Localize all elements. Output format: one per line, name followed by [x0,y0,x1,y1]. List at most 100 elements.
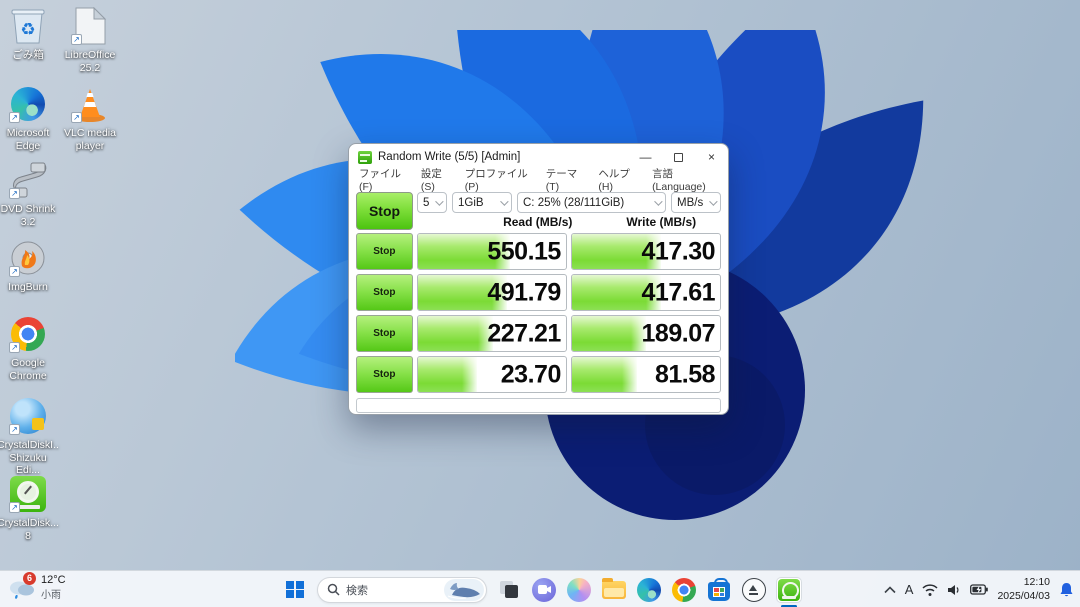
eject-button[interactable] [741,577,767,603]
file-explorer-icon [602,581,626,599]
shortcut-arrow-icon: ↗ [9,266,20,277]
desktop-icon-google-chrome[interactable]: ↗ Google Chrome [0,314,60,382]
unit-select[interactable]: MB/s [671,192,721,213]
weather-condition: 小雨 [41,586,66,601]
chrome-button[interactable] [671,577,697,603]
desktop-icon-label: DVD Shrink 3.2 [0,203,60,228]
test-count-select[interactable]: 5 [417,192,447,213]
menu-settings[interactable]: 設定(S) [421,166,452,193]
maximize-icon [674,153,683,162]
read-column-header: Read (MB/s) [478,215,598,229]
benchmark-row: Stop 550.15 417.30 [356,233,721,270]
shortcut-arrow-icon: ↗ [9,502,20,513]
desktop-icon-recycle-bin[interactable]: ♻ ごみ箱 [0,6,60,62]
window-title: Random Write (5/5) [Admin] [378,151,629,163]
desktop-icon-label: ごみ箱 [0,49,60,62]
read-value: 550.15 [487,237,560,266]
copilot-button[interactable] [566,577,592,603]
store-icon [708,582,730,601]
taskbar: 6 12°C 小雨 検索 A 12:10 [0,570,1080,607]
read-result-cell: 227.21 [417,315,567,352]
chevron-down-icon [709,197,717,205]
shortcut-arrow-icon: ↗ [71,34,82,45]
write-value: 417.61 [642,278,715,307]
desktop-icon-crystaldiskmark[interactable]: ↗ CrystalDisk... 8 [0,474,60,542]
read-value: 23.70 [501,360,561,389]
chevron-down-icon [500,197,508,205]
desktop-icon-label: CrystalDisk... 8 [0,517,60,542]
menu-language[interactable]: 言語(Language) [652,166,718,193]
file-explorer-button[interactable] [601,577,627,603]
edge-button[interactable] [636,577,662,603]
volume-icon[interactable] [947,584,961,596]
windows-logo-icon [286,581,304,599]
write-value: 417.30 [642,237,715,266]
read-bar [418,316,494,351]
stop-row-button[interactable]: Stop [356,315,413,352]
crystaldiskmark-window: Random Write (5/5) [Admin] — × ファイル(F) 設… [348,143,729,415]
search-box[interactable]: 検索 [317,577,487,603]
write-bar [572,357,637,392]
search-daily-image [444,579,484,601]
chevron-down-icon [435,197,443,205]
status-bar [356,398,721,413]
battery-icon[interactable] [970,584,988,595]
desktop-icon-vlc[interactable]: ↗ VLC media player [58,84,122,152]
column-headers: Read (MB/s) Write (MB/s) [478,213,721,229]
chrome-icon [672,578,696,602]
crystaldiskmark-icon [778,579,800,601]
menubar: ファイル(F) 設定(S) プロファイル(P) テーマ(T) ヘルプ(H) 言語… [349,170,728,188]
menu-theme[interactable]: テーマ(T) [546,166,586,193]
stop-row-button[interactable]: Stop [356,356,413,393]
svg-text:♻: ♻ [20,20,35,39]
clock[interactable]: 12:10 2025/04/03 [997,576,1050,602]
desktop-icon-label: Microsoft Edge [0,127,60,152]
read-result-cell: 491.79 [417,274,567,311]
crystaldiskmark-taskbar-button[interactable] [776,577,802,603]
desktop-icon-imgburn[interactable]: ↗ ImgBurn [0,238,60,294]
write-result-cell: 417.61 [571,274,721,311]
chat-button[interactable] [531,577,557,603]
benchmark-row: Stop 23.70 81.58 [356,356,721,393]
recycle-bin-icon: ♻ [11,7,45,45]
chevron-down-icon [654,197,662,205]
crystaldiskmark-app-icon [358,151,372,164]
target-drive-select[interactable]: C: 25% (28/111GiB) [517,192,666,213]
search-placeholder: 検索 [346,582,444,598]
desktop-icon-label: VLC media player [58,127,122,152]
weather-temp: 12°C [41,574,66,586]
menu-profile[interactable]: プロファイル(P) [465,166,533,193]
tray-time: 12:10 [997,576,1050,589]
shortcut-arrow-icon: ↗ [9,112,20,123]
shortcut-arrow-icon: ↗ [9,342,20,353]
notification-bell-icon[interactable] [1059,582,1074,598]
shortcut-arrow-icon: ↗ [9,188,20,199]
test-size-select[interactable]: 1GiB [452,192,512,213]
menu-help[interactable]: ヘルプ(H) [598,166,639,193]
stop-all-button[interactable]: Stop [356,192,413,230]
write-column-header: Write (MB/s) [602,215,722,229]
eject-icon [742,578,766,602]
stop-row-button[interactable]: Stop [356,274,413,311]
desktop-icon-label: CrystalDiskI.. Shizuku Edi... [0,439,60,477]
wifi-icon[interactable] [922,584,938,596]
task-view-button[interactable] [496,577,522,603]
desktop-icon-crystaldiskinfo[interactable]: ↗ CrystalDiskI.. Shizuku Edi... [0,396,60,477]
shortcut-arrow-icon: ↗ [9,424,20,435]
ime-indicator[interactable]: A [905,582,914,597]
benchmark-row: Stop 491.79 417.61 [356,274,721,311]
tray-chevron-up-icon[interactable] [884,586,896,594]
menu-file[interactable]: ファイル(F) [359,166,408,193]
desktop-icon-libreoffice[interactable]: ↗ LibreOffice 25.2 [58,6,122,74]
write-value: 81.58 [655,360,715,389]
benchmark-row: Stop 227.21 189.07 [356,315,721,352]
desktop-icon-dvd-shrink[interactable]: ↗ DVD Shrink 3.2 [0,160,60,228]
copilot-icon [567,578,591,602]
read-value: 227.21 [487,319,560,348]
store-button[interactable] [706,577,732,603]
start-button[interactable] [282,577,308,603]
write-result-cell: 81.58 [571,356,721,393]
desktop-icon-microsoft-edge[interactable]: ↗ Microsoft Edge [0,84,60,152]
weather-widget[interactable]: 6 12°C 小雨 [7,574,66,601]
stop-row-button[interactable]: Stop [356,233,413,270]
